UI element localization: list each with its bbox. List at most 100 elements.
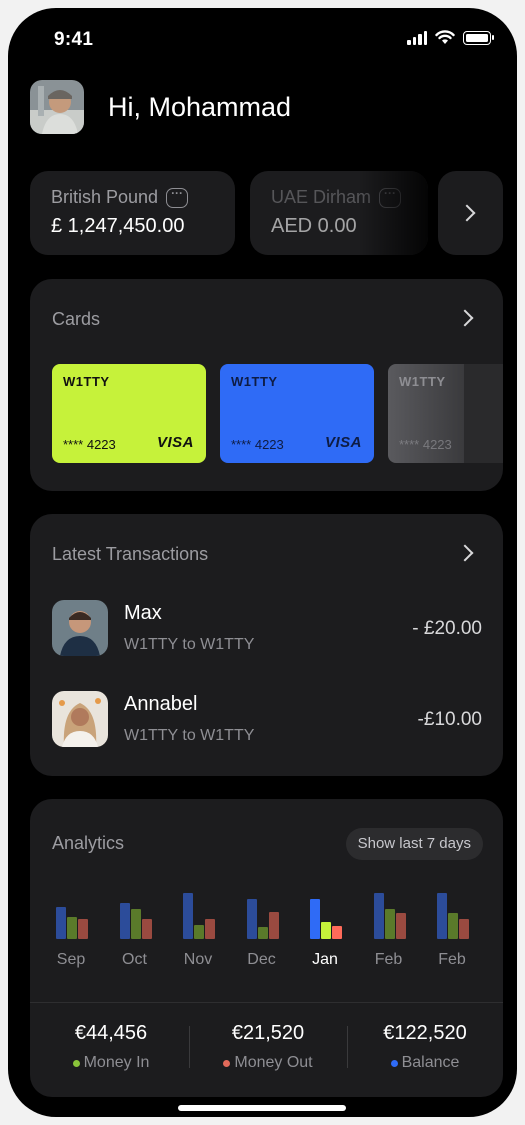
stat-label: Money In bbox=[36, 1054, 186, 1072]
account-currency-label: British Pound bbox=[51, 186, 189, 208]
scroll-fade bbox=[358, 171, 428, 255]
bar-balance bbox=[310, 899, 320, 939]
card-number: **** 4223 bbox=[231, 437, 284, 452]
chevron-right-icon[interactable] bbox=[456, 544, 474, 562]
card-number: **** 4223 bbox=[399, 437, 452, 452]
bar-money-in bbox=[194, 925, 204, 939]
cards-section: Cards W1TTY **** 4223 VISA W1TTY **** 42… bbox=[30, 279, 503, 491]
bar-balance bbox=[373, 893, 384, 939]
transaction-item[interactable]: Annabel W1TTY to W1TTY -£10.00 bbox=[52, 691, 482, 751]
status-bar: 9:41 bbox=[8, 8, 517, 68]
stat-money-out: €21,520 Money Out bbox=[193, 1022, 343, 1072]
bar-balance bbox=[183, 893, 193, 939]
bar-balance bbox=[119, 903, 130, 939]
bar-money-in bbox=[321, 922, 331, 939]
more-options-icon[interactable] bbox=[166, 186, 189, 208]
wifi-icon bbox=[435, 30, 455, 44]
stat-value: €122,520 bbox=[383, 1022, 467, 1044]
bar-money-in bbox=[67, 917, 77, 939]
account-balance: £ 1,247,450.00 bbox=[51, 215, 185, 237]
transaction-amount: - £20.00 bbox=[412, 618, 482, 639]
transaction-description: W1TTY to W1TTY bbox=[124, 636, 255, 653]
card-stack-edge bbox=[464, 364, 503, 463]
accounts-next-button[interactable] bbox=[438, 171, 503, 255]
month-label[interactable]: Sep bbox=[41, 951, 101, 969]
divider bbox=[189, 1026, 190, 1068]
bar-money-out bbox=[78, 919, 88, 939]
bar-money-out bbox=[205, 919, 215, 939]
stat-label: Money Out bbox=[193, 1054, 343, 1072]
payment-card[interactable]: W1TTY **** 4223 VISA bbox=[52, 364, 206, 463]
analytics-section: Analytics Show last 7 days €44,456 Money… bbox=[30, 799, 503, 1097]
month-label[interactable]: Dec bbox=[232, 951, 292, 969]
bar-money-out bbox=[268, 912, 279, 939]
contact-avatar bbox=[52, 600, 108, 656]
visa-logo: VISA bbox=[324, 434, 362, 451]
battery-icon bbox=[463, 30, 494, 45]
status-icons bbox=[407, 30, 494, 45]
month-label[interactable]: Oct bbox=[105, 951, 165, 969]
card-brand: W1TTY bbox=[231, 374, 278, 389]
phone-screen: 9:41 Hi, Mohammad British Pound ··· £ 1,… bbox=[8, 8, 517, 1117]
legend-dot bbox=[72, 1059, 80, 1067]
account-card-gbp[interactable]: British Pound £ 1,247,450.00 bbox=[30, 171, 235, 255]
bar-money-out bbox=[332, 926, 342, 939]
bar-money-out bbox=[141, 919, 152, 939]
user-avatar[interactable] bbox=[30, 80, 84, 134]
greeting-text: Hi, Mohammad bbox=[108, 91, 292, 122]
account-currency-name: British Pound bbox=[51, 187, 159, 207]
bar-money-in bbox=[448, 913, 458, 939]
cards-title: Cards bbox=[52, 309, 101, 329]
header: Hi, Mohammad bbox=[30, 80, 291, 134]
home-indicator[interactable] bbox=[178, 1105, 346, 1111]
month-label[interactable]: Nov bbox=[168, 951, 228, 969]
legend-dot bbox=[390, 1059, 398, 1067]
transactions-section: Latest Transactions Max W1TTY to W1TTY -… bbox=[30, 514, 503, 776]
analytics-title: Analytics bbox=[52, 833, 125, 853]
period-filter-button[interactable]: Show last 7 days bbox=[345, 828, 483, 860]
analytics-bar-chart bbox=[30, 889, 503, 939]
bar-balance bbox=[437, 893, 447, 939]
legend-dot bbox=[223, 1059, 231, 1067]
stat-value: €21,520 bbox=[231, 1022, 305, 1044]
payment-card[interactable]: W1TTY **** 4223 bbox=[388, 364, 503, 463]
bar-balance bbox=[246, 899, 257, 939]
bar-money-in bbox=[130, 909, 141, 939]
stat-value: €44,456 bbox=[74, 1022, 148, 1044]
month-label[interactable]: Feb bbox=[359, 951, 419, 969]
month-label[interactable]: Feb bbox=[422, 951, 482, 969]
transaction-name: Annabel bbox=[124, 693, 198, 715]
stat-balance: €122,520 Balance bbox=[350, 1022, 500, 1072]
transaction-item[interactable]: Max W1TTY to W1TTY - £20.00 bbox=[52, 600, 482, 660]
bar-money-in bbox=[257, 927, 268, 939]
chevron-right-icon bbox=[458, 204, 476, 222]
stat-label-text: Balance bbox=[401, 1054, 460, 1071]
contact-avatar bbox=[52, 691, 108, 747]
transactions-title: Latest Transactions bbox=[52, 544, 209, 564]
transaction-description: W1TTY to W1TTY bbox=[124, 727, 255, 744]
month-label[interactable]: Jan bbox=[295, 951, 355, 969]
stat-label-text: Money In bbox=[83, 1054, 150, 1071]
chevron-right-icon[interactable] bbox=[456, 309, 474, 327]
card-number: **** 4223 bbox=[63, 437, 116, 452]
divider bbox=[30, 1002, 503, 1003]
signal-icon bbox=[407, 30, 427, 45]
bar-money-out bbox=[395, 913, 406, 939]
transaction-amount: -£10.00 bbox=[417, 709, 482, 730]
account-card-aed[interactable]: UAE Dirham AED 0.00 bbox=[250, 171, 428, 255]
visa-logo: VISA bbox=[156, 434, 194, 451]
stat-label-text: Money Out bbox=[234, 1054, 313, 1071]
bar-money-in bbox=[384, 909, 395, 939]
card-brand: W1TTY bbox=[63, 374, 110, 389]
bar-balance bbox=[56, 907, 66, 939]
card-brand: W1TTY bbox=[399, 374, 446, 389]
stat-money-in: €44,456 Money In bbox=[36, 1022, 186, 1072]
divider bbox=[347, 1026, 348, 1068]
transaction-name: Max bbox=[124, 602, 162, 624]
bar-money-out bbox=[459, 919, 469, 939]
account-balance: AED 0.00 bbox=[271, 215, 357, 237]
stat-label: Balance bbox=[350, 1054, 500, 1072]
payment-card[interactable]: W1TTY **** 4223 VISA bbox=[220, 364, 374, 463]
account-currency-name: UAE Dirham bbox=[271, 187, 372, 207]
status-time: 9:41 bbox=[54, 29, 94, 50]
